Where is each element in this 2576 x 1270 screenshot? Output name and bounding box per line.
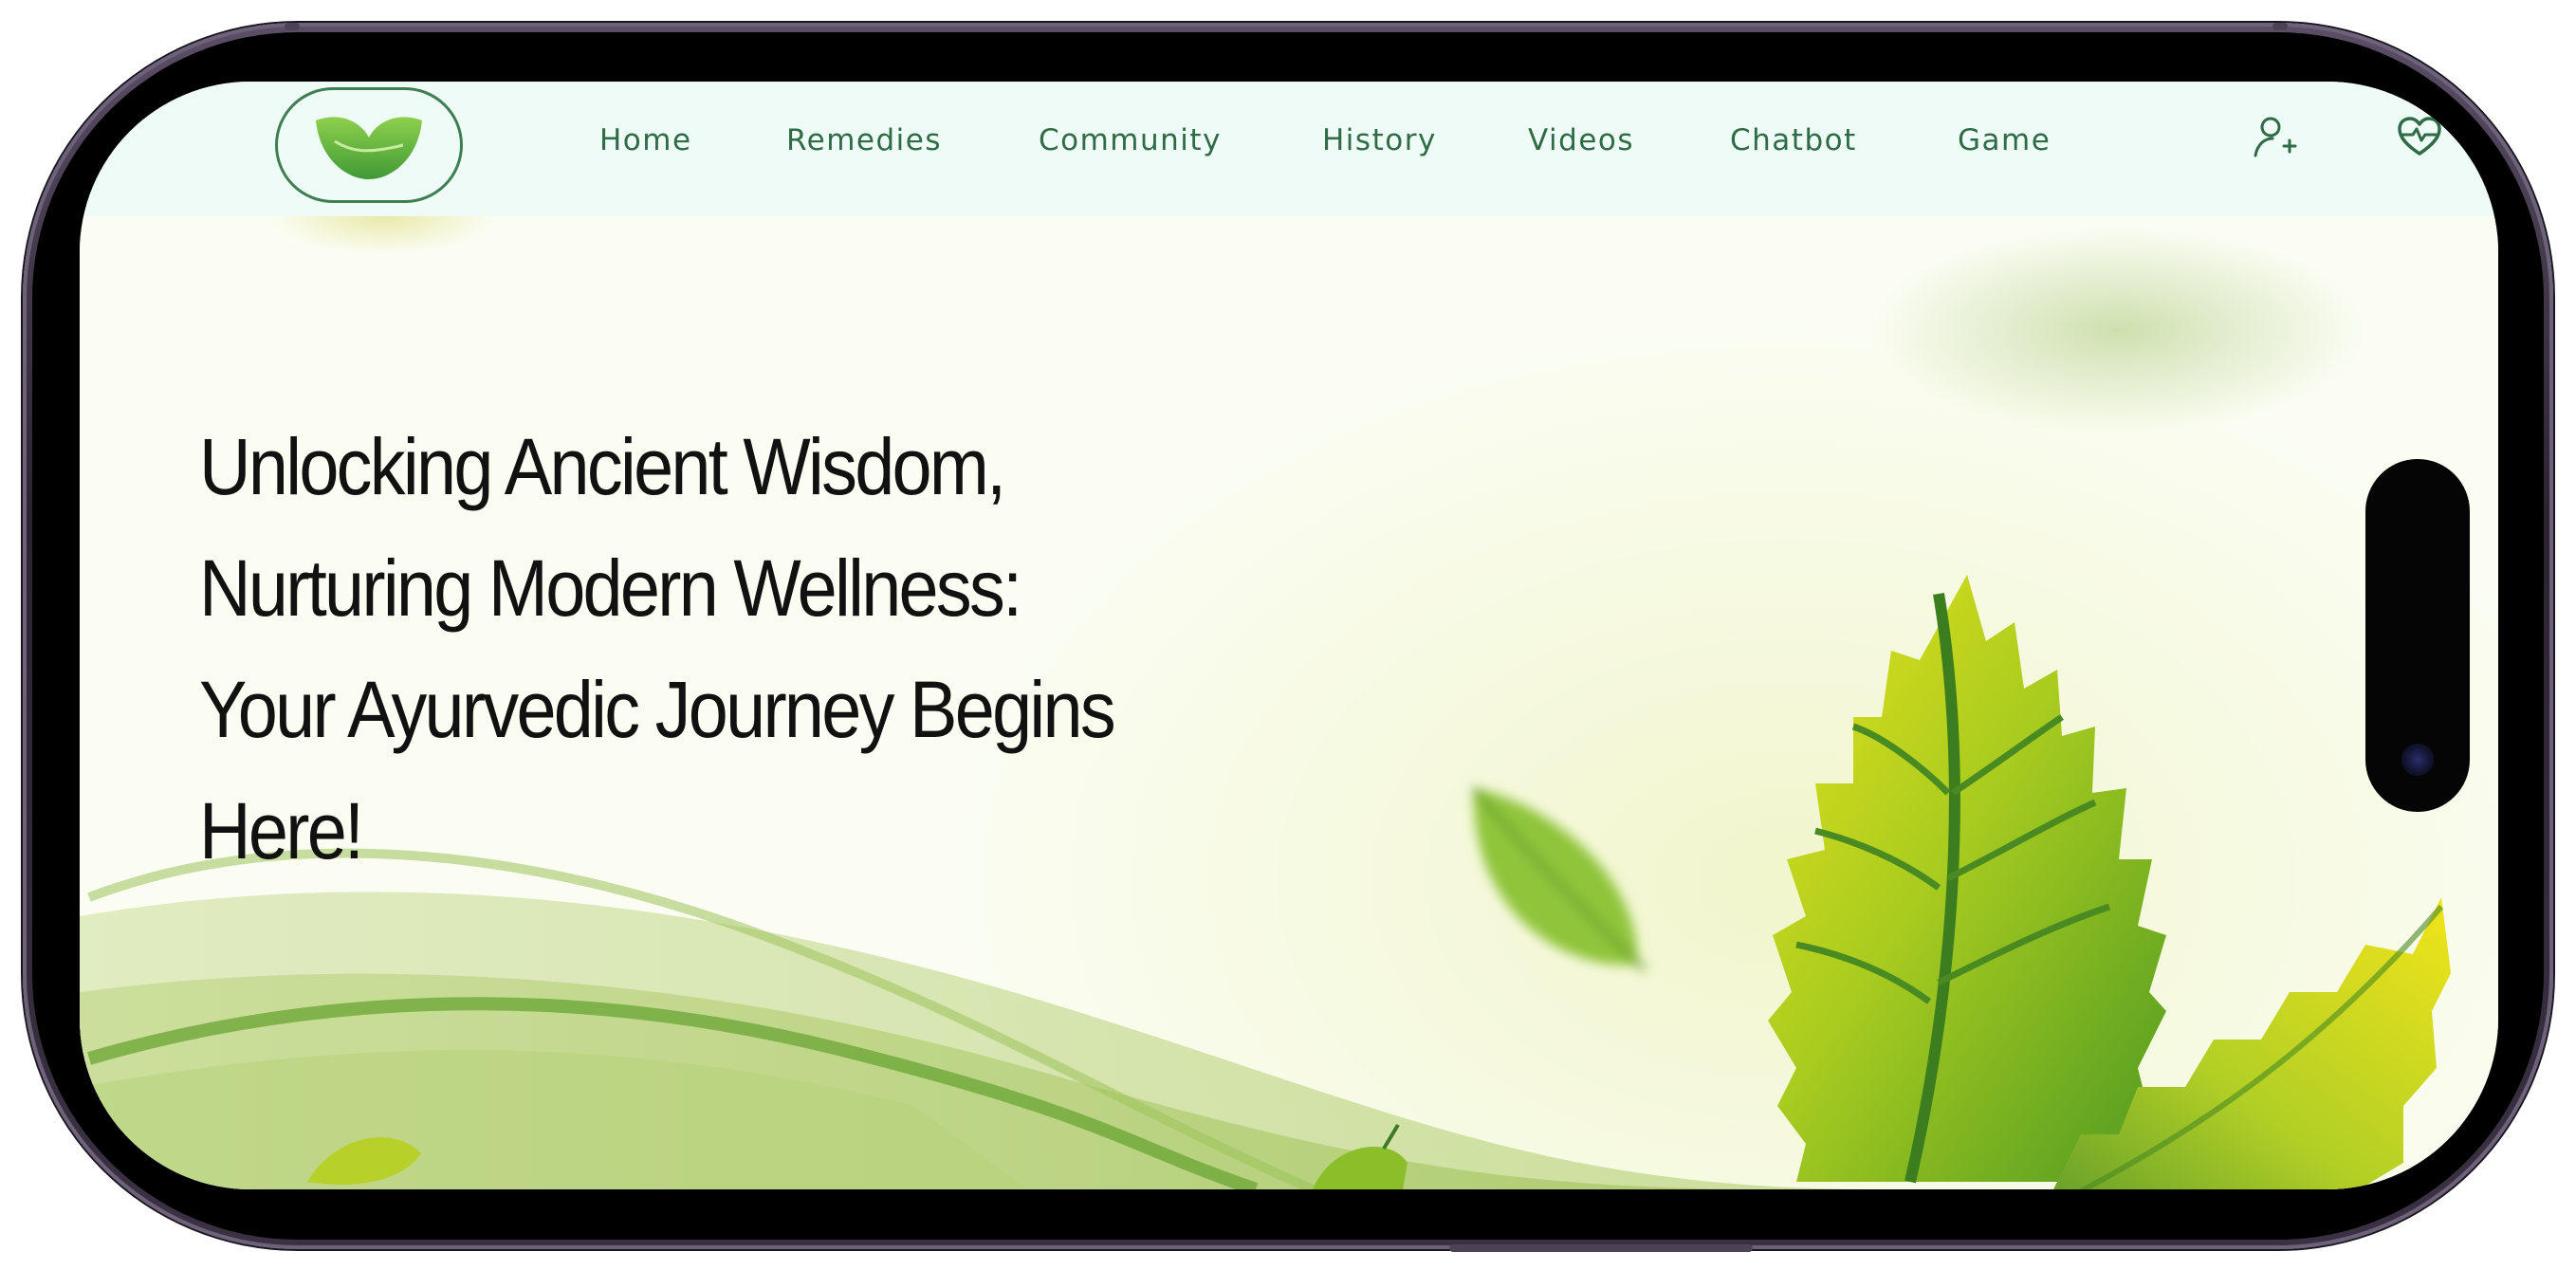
phone-volume-button bbox=[1449, 1244, 1753, 1252]
hero-heading-line: Here! bbox=[199, 786, 364, 875]
phone-side-button bbox=[285, 23, 300, 30]
add-user-icon[interactable] bbox=[2250, 112, 2301, 163]
heart-pulse-icon[interactable] bbox=[2394, 112, 2445, 163]
top-navbar: Home Remedies Community History Videos C… bbox=[80, 82, 2498, 216]
nav-link-chatbot[interactable]: Chatbot bbox=[1730, 123, 1857, 157]
dynamic-island bbox=[2365, 459, 2470, 812]
nav-menu: Home Remedies Community History Videos C… bbox=[80, 82, 2498, 216]
hero-heading-line: Your Ayurvedic Journey Begins bbox=[199, 665, 1116, 754]
hero-heading-line: Unlocking Ancient Wisdom, bbox=[199, 422, 1006, 511]
camera-icon bbox=[2401, 744, 2434, 776]
hero-heading: Unlocking Ancient Wisdom, Nurturing Mode… bbox=[199, 406, 1337, 892]
nav-link-history[interactable]: History bbox=[1322, 123, 1437, 157]
nav-link-videos[interactable]: Videos bbox=[1528, 123, 1634, 157]
hero-heading-line: Nurturing Modern Wellness: bbox=[199, 543, 1022, 633]
nav-link-game[interactable]: Game bbox=[1958, 123, 2051, 157]
app-screen: Unlocking Ancient Wisdom, Nurturing Mode… bbox=[80, 82, 2498, 1189]
phone-side-button bbox=[2272, 23, 2288, 30]
nav-link-remedies[interactable]: Remedies bbox=[786, 123, 942, 157]
nav-link-community[interactable]: Community bbox=[1039, 123, 1222, 157]
nav-link-home[interactable]: Home bbox=[599, 123, 692, 157]
